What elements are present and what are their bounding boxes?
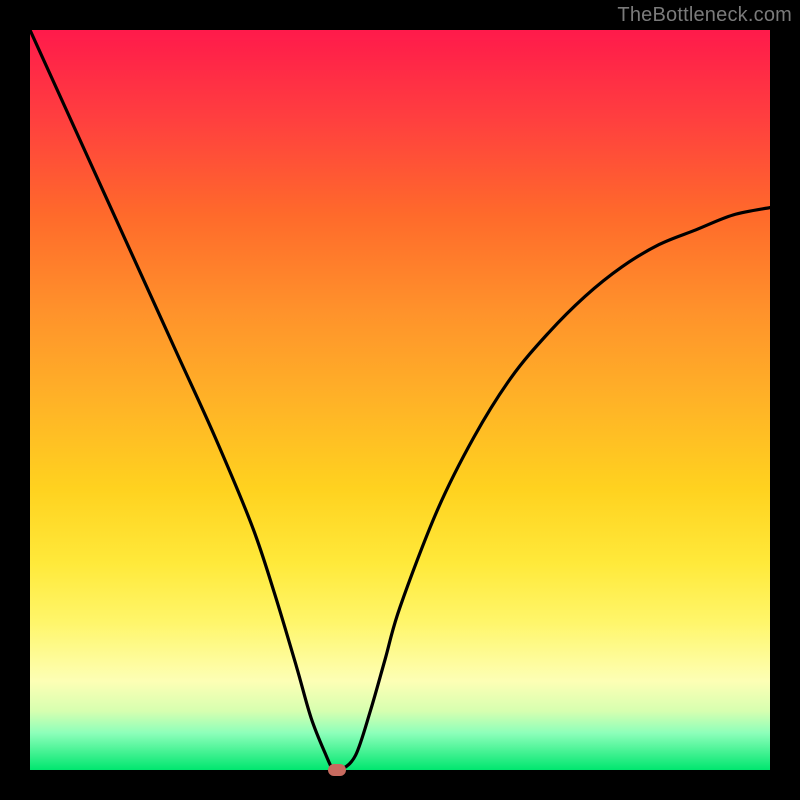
outer-frame: TheBottleneck.com <box>0 0 800 800</box>
curve-path <box>30 30 770 770</box>
plot-area <box>30 30 770 770</box>
bottleneck-curve <box>30 30 770 770</box>
optimum-marker <box>328 764 346 776</box>
watermark-text: TheBottleneck.com <box>617 4 792 27</box>
